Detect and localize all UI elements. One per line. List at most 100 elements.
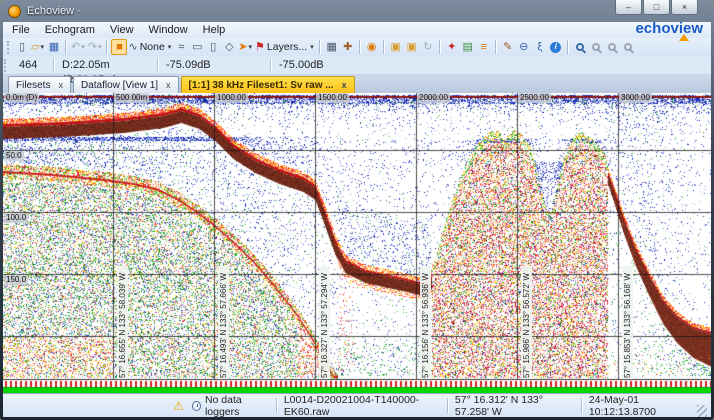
tab-close-icon[interactable]: x <box>166 80 171 90</box>
tab-filesets[interactable]: Filesetsx <box>8 76 71 93</box>
school-detection-button[interactable]: ➤▾ <box>237 39 254 55</box>
exclude-button[interactable]: ⊖ <box>516 39 532 55</box>
polyline-region-button[interactable]: ≈ <box>173 39 189 55</box>
vertical-band-button[interactable]: ▯ <box>205 39 221 55</box>
layers-button[interactable]: ⚑Layers...▾ <box>254 39 316 55</box>
edit-button[interactable]: ✎ <box>500 39 516 55</box>
alarm-icon: ✦ <box>447 42 456 53</box>
selection-tool-button[interactable]: ■ <box>111 39 127 55</box>
layers-icon: ⚑ <box>255 42 265 53</box>
warning-icon: ⚠ <box>173 399 184 413</box>
notebook-button[interactable]: ▤ <box>460 39 476 55</box>
statusbar-filename: L0014-D20021004-T140000-EK60.raw <box>284 394 440 418</box>
duplicate-window-button[interactable]: ▣ <box>404 39 420 55</box>
time-button[interactable]: ◉ <box>364 39 380 55</box>
toolbar: ▯ ▱▾ ▦ ↶▾ ↷▾ ■ ∿None▾ ≈ ▭ ▯ ◇ ➤▾ ⚑Layers… <box>3 38 711 56</box>
selection-tool-icon: ■ <box>116 42 123 53</box>
zoom-reset-icon <box>624 43 632 51</box>
menu-echogram[interactable]: Echogram <box>45 24 95 36</box>
toolbar-separator <box>65 40 67 54</box>
horizontal-band-button[interactable]: ▭ <box>189 39 205 55</box>
client-area: File Echogram View Window Help echoview … <box>3 22 711 417</box>
undo-button[interactable]: ↶▾ <box>70 39 87 55</box>
polyline-region-icon: ≈ <box>178 42 184 53</box>
title-bar[interactable]: Echoview · – □ × <box>0 0 714 22</box>
statusbar-separator <box>276 398 277 413</box>
tab-label: [1:1] 38 kHz Fileset1: Sv raw ... <box>189 80 334 91</box>
chevron-down-icon: ▾ <box>249 44 253 51</box>
echogram-view[interactable]: 0.0m (D)500.00m1000.001500.002000.002500… <box>3 93 711 393</box>
open-button[interactable]: ▱▾ <box>30 39 46 55</box>
tab-label: Dataflow [View 1] <box>81 80 158 91</box>
echoview-window: Echoview · – □ × File Echogram View Wind… <box>0 0 714 420</box>
info-button[interactable]: i <box>548 39 564 55</box>
color-legend-button[interactable]: ≡ <box>476 39 492 55</box>
chevron-down-icon: ▾ <box>81 44 85 51</box>
toolbar-separator <box>495 40 497 54</box>
menu-window[interactable]: Window <box>149 24 188 36</box>
clock-icon <box>192 401 201 411</box>
tab-dataflow[interactable]: Dataflow [View 1] x <box>73 76 179 93</box>
readout-bar: 464 D:22.05m (R:20.05m) -75.09dB -75.00d… <box>3 56 711 74</box>
echoview-logo: echoview <box>635 20 703 37</box>
grid-icon: ▦ <box>327 42 337 53</box>
sync-icon: ↻ <box>423 42 432 53</box>
save-button[interactable]: ▦ <box>46 39 62 55</box>
toolbar-separator <box>567 40 569 54</box>
echogram-canvas[interactable] <box>3 93 711 393</box>
new-window-icon: ▣ <box>391 42 401 53</box>
line-tool-icon: ∿ <box>128 42 137 53</box>
notebook-icon: ▤ <box>463 42 473 53</box>
alarm-button[interactable]: ✦ <box>444 39 460 55</box>
status-bar: ⚠ No data loggers L0014-D20021004-T14000… <box>3 393 711 417</box>
minimize-button[interactable]: – <box>615 0 642 15</box>
cursor-sv-readout: -75.09dB <box>157 58 270 73</box>
grid-settings-button[interactable]: ▦ <box>324 39 340 55</box>
zoom-in-icon <box>576 43 584 51</box>
toolbar-separator <box>106 40 108 54</box>
tab-bar: Filesetsx Dataflow [View 1] x [1:1] 38 kH… <box>3 74 711 93</box>
window-controls: – □ × <box>615 0 698 15</box>
save-icon: ▦ <box>49 42 59 53</box>
pan-tool-button[interactable]: ✚ <box>340 39 356 55</box>
sync-button[interactable]: ↻ <box>420 39 436 55</box>
statusbar-position: 57° 16.312' N 133° 57.258' W <box>455 394 574 418</box>
new-window-button[interactable]: ▣ <box>388 39 404 55</box>
tab-echogram-sv-raw[interactable]: [1:1] 38 kHz Fileset1: Sv raw ... x <box>181 76 355 93</box>
logo-text: echoview <box>635 20 703 37</box>
edit-pencil-icon: ✎ <box>503 42 512 53</box>
statusbar-datetime: 24-May-01 10:12:13.8700 <box>589 394 693 418</box>
menu-help[interactable]: Help <box>203 24 226 36</box>
line-tool-button[interactable]: ∿None▾ <box>127 39 173 55</box>
zoom-in-button[interactable] <box>572 39 588 55</box>
new-file-button[interactable]: ▯ <box>14 39 30 55</box>
resize-grip[interactable] <box>697 405 707 417</box>
restore-button[interactable]: □ <box>643 0 670 15</box>
toolbar-grip[interactable] <box>7 41 11 54</box>
close-button[interactable]: × <box>671 0 698 15</box>
menu-file[interactable]: File <box>12 24 30 36</box>
info-icon: i <box>550 42 561 53</box>
tab-close-icon[interactable]: x <box>342 80 347 90</box>
tab-close-icon[interactable]: x <box>58 80 63 90</box>
redo-button[interactable]: ↷▾ <box>87 39 104 55</box>
statusbar-separator <box>581 398 582 413</box>
zoom-selection-button[interactable] <box>604 39 620 55</box>
line-tool-label: None <box>140 42 165 53</box>
chevron-down-icon: ▾ <box>98 44 102 51</box>
window-title: Echoview · <box>27 5 81 17</box>
toolbar-separator <box>359 40 361 54</box>
polygon-region-button[interactable]: ◇ <box>221 39 237 55</box>
open-file-icon: ▱ <box>31 42 39 53</box>
wave-button[interactable]: ξ <box>532 39 548 55</box>
vertical-band-icon: ▯ <box>210 42 216 53</box>
readout-grip[interactable] <box>4 59 8 72</box>
horizontal-band-icon: ▭ <box>192 42 202 53</box>
zoom-out-button[interactable] <box>588 39 604 55</box>
exclude-icon: ⊖ <box>519 42 528 53</box>
menu-view[interactable]: View <box>110 24 134 36</box>
time-icon: ◉ <box>367 42 377 53</box>
zoom-reset-button[interactable] <box>620 39 636 55</box>
statusbar-message: No data loggers <box>205 394 269 418</box>
app-icon <box>8 5 21 18</box>
